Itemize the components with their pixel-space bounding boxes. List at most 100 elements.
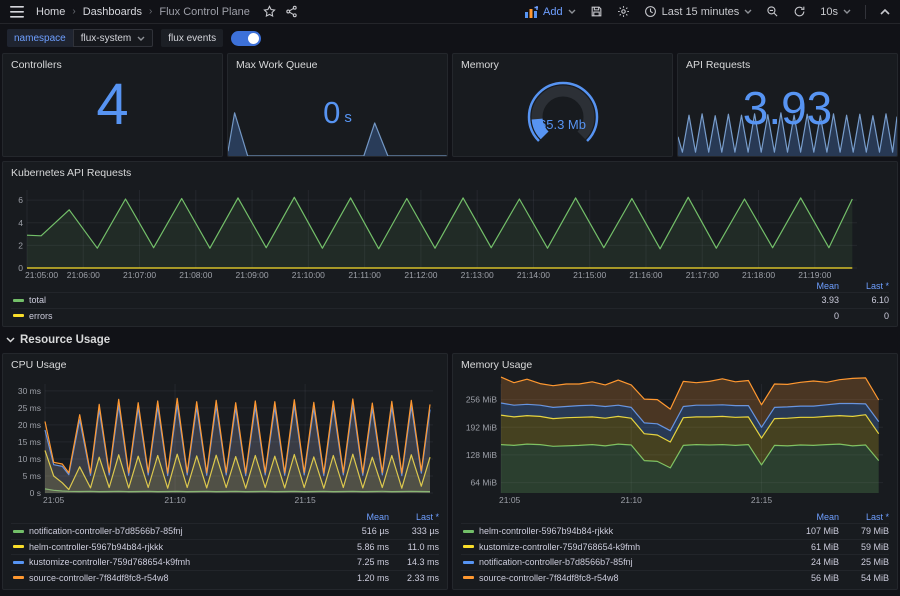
star-icon[interactable] (263, 5, 276, 18)
svg-text:0 s: 0 s (30, 488, 41, 498)
legend-series-label[interactable]: helm-controller-5967b94b84-rjkkk (461, 526, 789, 536)
legend-row: kustomize-controller-759d768654-k9fmh7.2… (11, 554, 439, 570)
legend-series-label[interactable]: source-controller-7f84df8fc8-r54w8 (11, 573, 339, 583)
panel-memory-gauge: Memory 65.3 Mb (452, 53, 673, 157)
svg-text:21:10: 21:10 (621, 495, 643, 505)
legend-swatch (13, 576, 24, 579)
legend-row: source-controller-7f84df8fc8-r54w81.20 m… (11, 570, 439, 586)
legend-swatch (13, 561, 24, 564)
svg-text:21:15: 21:15 (294, 495, 316, 505)
legend-mean-value: 107 MiB (789, 526, 839, 536)
legend-series-label[interactable]: total (11, 295, 789, 305)
legend-row: source-controller-7f84df8fc8-r54w856 MiB… (461, 570, 889, 586)
kubernetes-api-requests-legend: MeanLast *total3.936.10errors00 (11, 279, 889, 323)
panel-title[interactable]: CPU Usage (11, 359, 66, 371)
legend-series-label[interactable]: notification-controller-b7d8566b7-85fnj (461, 557, 789, 567)
menu-icon[interactable] (10, 6, 24, 18)
legend-last-value: 59 MiB (839, 542, 889, 552)
panel-title[interactable]: Kubernetes API Requests (11, 167, 131, 179)
chevron-down-icon (568, 9, 576, 14)
svg-text:128 MiB: 128 MiB (466, 450, 498, 460)
breadcrumb-dashboards[interactable]: Dashboards (83, 6, 142, 18)
flux-events-label: flux events (161, 29, 223, 47)
legend-series-label[interactable]: kustomize-controller-759d768654-k9fmh (11, 557, 339, 567)
legend-mean-value: 1.20 ms (339, 573, 389, 583)
breadcrumb-current: Flux Control Plane (159, 6, 250, 18)
legend-swatch (13, 314, 24, 317)
add-button[interactable]: Add (525, 6, 576, 18)
refresh-interval-label: 10s (820, 6, 838, 18)
panel-title[interactable]: Memory Usage (461, 359, 532, 371)
legend-last-value: 54 MiB (839, 573, 889, 583)
memory-gauge-value: 65.3 Mb (505, 117, 621, 132)
panel-title[interactable]: Controllers (11, 59, 62, 71)
panel-api-requests: API Requests 3.93 (677, 53, 898, 157)
panel-controllers: Controllers 4 (2, 53, 223, 157)
legend-series-label[interactable]: source-controller-7f84df8fc8-r54w8 (461, 573, 789, 583)
legend-last-value: 333 µs (389, 526, 439, 536)
panel-kubernetes-api-requests: Kubernetes API Requests 21:05:0021:06:00… (2, 161, 898, 327)
share-icon[interactable] (285, 5, 298, 18)
legend-row: helm-controller-5967b94b84-rjkkk5.86 ms1… (11, 539, 439, 555)
controllers-value: 4 (96, 76, 128, 134)
svg-text:25 ms: 25 ms (18, 403, 41, 413)
chevron-down-icon (843, 9, 851, 14)
legend-row: helm-controller-5967b94b84-rjkkk107 MiB7… (461, 523, 889, 539)
flux-events-toggle[interactable] (231, 31, 261, 46)
legend-swatch (13, 299, 24, 302)
memory-usage-legend: MeanLast *helm-controller-5967b94b84-rjk… (461, 510, 889, 585)
panel-memory-usage: Memory Usage 21:0521:1021:1564 MiB128 Mi… (452, 353, 898, 590)
legend-last-value: 0 (839, 311, 889, 321)
kiosk-caret-up-icon[interactable] (880, 9, 890, 15)
divider (865, 5, 866, 19)
row-resource-usage[interactable]: Resource Usage (6, 331, 110, 349)
legend-swatch (13, 530, 24, 533)
legend-series-label[interactable]: notification-controller-b7d8566b7-85fnj (11, 526, 339, 536)
breadcrumb-separator: › (72, 6, 75, 17)
svg-text:256 MiB: 256 MiB (466, 395, 498, 405)
row-title: Resource Usage (20, 334, 110, 346)
panel-max-work-queue: Max Work Queue 0 s (227, 53, 448, 157)
legend-header: MeanLast * (11, 279, 889, 292)
legend-series-label[interactable]: kustomize-controller-759d768654-k9fmh (461, 542, 789, 552)
panel-title[interactable]: Memory (461, 59, 499, 71)
zoom-out-icon[interactable] (766, 5, 779, 18)
kubernetes-api-requests-chart: 21:05:0021:06:0021:07:0021:08:0021:09:00… (9, 184, 893, 282)
dashboard-settings-icon[interactable] (617, 5, 630, 18)
svg-text:21:05: 21:05 (43, 495, 65, 505)
time-range-label: Last 15 minutes (662, 6, 740, 18)
legend-row: total3.936.10 (11, 292, 889, 308)
refresh-icon[interactable] (793, 5, 806, 18)
namespace-variable: namespace flux-system (7, 29, 153, 47)
svg-text:21:15: 21:15 (751, 495, 773, 505)
svg-text:192 MiB: 192 MiB (466, 422, 498, 432)
breadcrumb-home[interactable]: Home (36, 6, 65, 18)
panel-cpu-usage: CPU Usage 21:0521:1021:150 s5 ms10 ms15 … (2, 353, 448, 590)
legend-last-value: 2.33 ms (389, 573, 439, 583)
panel-title[interactable]: Max Work Queue (236, 59, 318, 71)
legend-series-label[interactable]: errors (11, 311, 789, 321)
add-panel-icon (525, 6, 538, 18)
work-queue-unit: s (344, 109, 352, 126)
refresh-interval-picker[interactable]: 10s (820, 6, 851, 18)
legend-row: kustomize-controller-759d768654-k9fmh61 … (461, 539, 889, 555)
time-range-picker[interactable]: Last 15 minutes (644, 5, 753, 18)
svg-text:10 ms: 10 ms (18, 454, 41, 464)
legend-last-value: 11.0 ms (389, 542, 439, 552)
legend-series-label[interactable]: helm-controller-5967b94b84-rjkkk (11, 542, 339, 552)
svg-text:4: 4 (18, 218, 23, 228)
legend-swatch (463, 530, 474, 533)
legend-header: MeanLast * (11, 510, 439, 523)
svg-text:30 ms: 30 ms (18, 386, 41, 396)
legend-row: notification-controller-b7d8566b7-85fnj5… (11, 523, 439, 539)
legend-header: MeanLast * (461, 510, 889, 523)
namespace-variable-select[interactable]: flux-system (73, 29, 154, 47)
legend-last-value: 25 MiB (839, 557, 889, 567)
memory-gauge: 65.3 Mb (505, 71, 621, 149)
legend-mean-value: 24 MiB (789, 557, 839, 567)
panel-title[interactable]: API Requests (686, 59, 750, 71)
save-dashboard-icon[interactable] (590, 5, 603, 18)
legend-swatch (13, 545, 24, 548)
legend-mean-value: 56 MiB (789, 573, 839, 583)
svg-text:64 MiB: 64 MiB (471, 478, 498, 488)
